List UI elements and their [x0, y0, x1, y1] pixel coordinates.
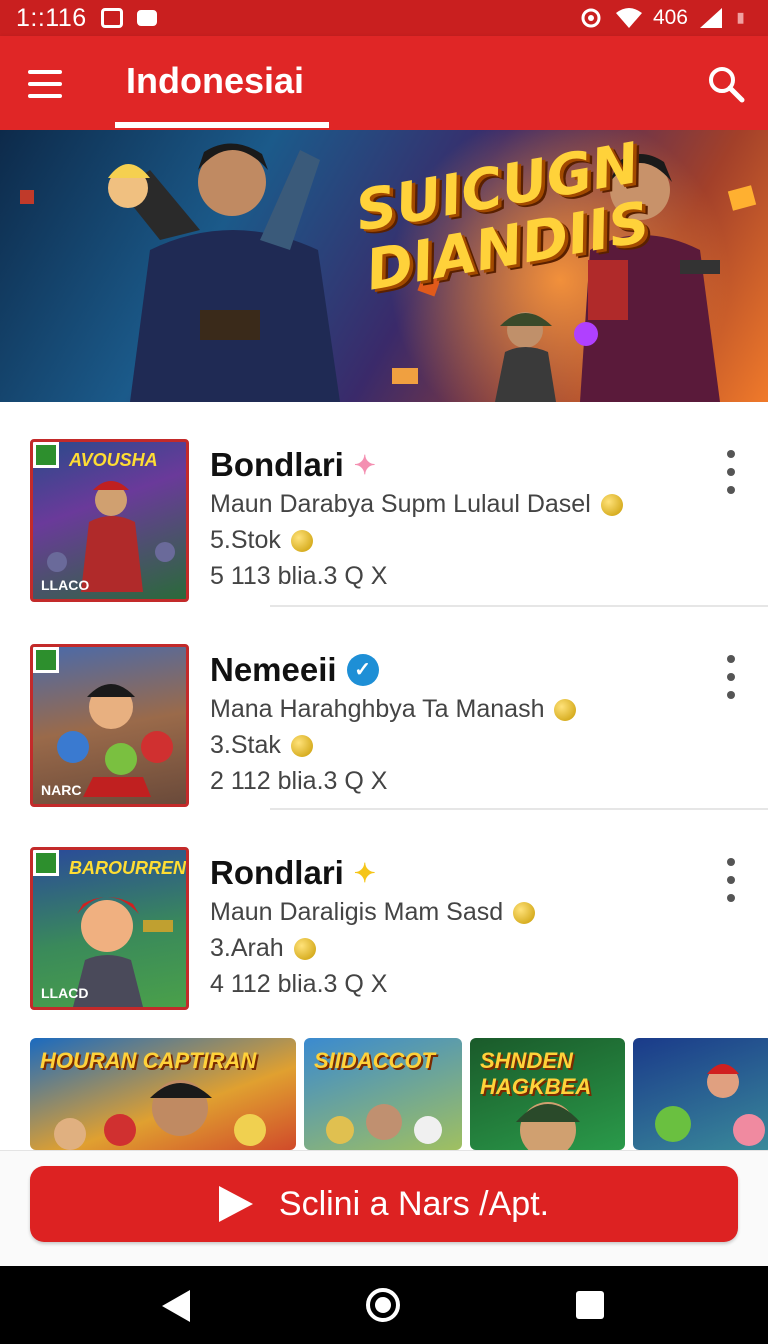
item-title-text: Rondlari — [210, 854, 344, 891]
list-item[interactable]: AVOUSHA LLACO Bondlari ✦ Maun Darabya Su… — [0, 402, 768, 605]
coin-icon — [600, 493, 623, 516]
tab-indicator — [115, 122, 329, 128]
item-subtitle: Mana Harahghbya Ta Manash — [210, 695, 577, 724]
app-list: AVOUSHA LLACO Bondlari ✦ Maun Darabya Su… — [0, 402, 768, 1011]
card-art — [655, 1064, 765, 1146]
list-item[interactable]: NARC Nemeeii ✓ Mana Harahghbya Ta Manash… — [30, 605, 768, 808]
more-vert-icon-dot — [727, 673, 735, 681]
coin-icon — [293, 937, 316, 960]
item-subtitle: Maun Darabya Supm Lulaul Dasel — [210, 490, 623, 519]
item-title: Nemeeii ✓ — [210, 651, 379, 689]
more-options-button[interactable] — [722, 450, 738, 494]
list-item[interactable]: BAROURREN LLACD Rondlari ✦ Maun Daraligi… — [30, 808, 768, 1011]
menu-button[interactable] — [24, 66, 68, 102]
menu-icon-bar — [28, 94, 62, 98]
more-options-button[interactable] — [722, 655, 738, 699]
thumbnail-tag: LLACO — [41, 577, 90, 593]
home-icon[interactable] — [366, 1288, 400, 1322]
item-rating: 5.Stok — [210, 526, 313, 555]
network-label: 406 — [652, 6, 688, 29]
item-stats: 4 112 blia.3 Q X — [210, 970, 388, 998]
app-thumbnail[interactable]: NARC — [30, 644, 189, 807]
carousel-card[interactable]: HOURAN CAPTIRAN — [30, 1038, 296, 1150]
install-button[interactable]: Sclini a Nars /Apt. — [30, 1166, 738, 1242]
alarm-icon — [581, 8, 601, 28]
carousel-card[interactable]: SHNDEN HAGKBEA — [470, 1038, 625, 1150]
more-vert-icon-dot — [727, 876, 735, 884]
system-nav-bar — [0, 1266, 768, 1344]
more-vert-icon-dot — [727, 691, 735, 699]
app-bar: Indonesiai — [0, 36, 768, 130]
item-subtitle: Maun Daraligis Mam Sasd — [210, 898, 536, 927]
app-screen: 1::116 406 Indonesiai SUICUGN DIANDIIS A… — [0, 0, 768, 1344]
more-vert-icon-dot — [727, 468, 735, 476]
thumbnail-tag: LLACD — [41, 985, 89, 1001]
status-time: 1::116 — [16, 3, 87, 32]
signal-icon — [700, 8, 722, 28]
thumbnail-tag: NARC — [41, 782, 82, 798]
more-vert-icon — [727, 655, 735, 663]
coin-icon — [513, 901, 536, 924]
tab-indonesia[interactable]: Indonesiai — [126, 60, 304, 102]
notification-icon — [100, 8, 123, 28]
badge-icon — [33, 647, 59, 673]
item-rating: 3.Arah — [210, 934, 316, 963]
more-vert-icon-dot — [727, 486, 735, 494]
wifi-icon — [615, 8, 642, 28]
item-subtitle-text: Mana Harahghbya Ta Manash — [210, 695, 545, 723]
coin-icon — [290, 529, 313, 552]
item-title-text: Bondlari — [210, 446, 344, 483]
featured-carousel[interactable]: HOURAN CAPTIRAN SIIDACCOT SHNDEN HAGKBEA — [30, 1038, 768, 1150]
item-subtitle-text: Maun Daraligis Mam Sasd — [210, 898, 504, 926]
app-thumbnail[interactable]: BAROURREN LLACD — [30, 847, 189, 1010]
card-title: SHNDEN HAGKBEA — [480, 1048, 592, 1099]
badge-icon — [33, 442, 59, 468]
verified-icon: ✓ — [346, 654, 379, 686]
status-bar: 1::116 406 — [0, 0, 768, 36]
status-indicators: 406 — [577, 6, 752, 30]
back-icon[interactable] — [162, 1290, 190, 1322]
menu-icon — [28, 70, 62, 74]
thumbnail-title: BAROURREN — [69, 858, 186, 878]
carousel-card[interactable] — [633, 1038, 768, 1150]
recents-icon[interactable] — [576, 1291, 604, 1319]
coin-icon — [554, 698, 577, 721]
item-title: Rondlari ✦ — [210, 854, 376, 892]
coin-icon — [290, 734, 313, 757]
thumbnail-title: AVOUSHA — [69, 450, 158, 470]
battery-icon — [737, 12, 744, 24]
card-title: HOURAN CAPTIRAN — [40, 1048, 257, 1073]
star-sparkle-icon: ✦ — [353, 857, 376, 888]
sparkle-icon: ✦ — [353, 449, 376, 480]
carousel-card[interactable]: SIIDACCOT — [304, 1038, 462, 1150]
more-vert-icon — [727, 450, 735, 458]
badge-icon — [33, 850, 59, 876]
card-title: SIIDACCOT — [314, 1048, 435, 1073]
item-title: Bondlari ✦ — [210, 446, 376, 484]
item-subtitle-text: Maun Darabya Supm Lulaul Dasel — [210, 490, 591, 518]
featured-banner[interactable]: SUICUGN DIANDIIS — [0, 130, 768, 402]
item-stats: 5 113 blia.3 Q X — [210, 562, 388, 590]
install-button-label: Sclini a Nars /Apt. — [278, 1184, 550, 1223]
item-stats: 2 112 blia.3 Q X — [210, 767, 388, 795]
more-vert-icon — [727, 858, 735, 866]
more-vert-icon-dot — [727, 894, 735, 902]
search-icon[interactable] — [704, 62, 748, 106]
item-rating-text: 3.Stak — [210, 731, 281, 759]
item-title-text: Nemeeii — [210, 651, 337, 688]
play-icon — [218, 1186, 253, 1222]
item-rating-text: 5.Stok — [210, 526, 281, 554]
item-rating-text: 3.Arah — [210, 934, 284, 962]
message-icon — [136, 10, 157, 26]
item-rating: 3.Stak — [210, 731, 313, 760]
menu-icon-bar — [28, 82, 62, 86]
more-options-button[interactable] — [722, 858, 738, 902]
app-thumbnail[interactable]: AVOUSHA LLACO — [30, 439, 189, 602]
